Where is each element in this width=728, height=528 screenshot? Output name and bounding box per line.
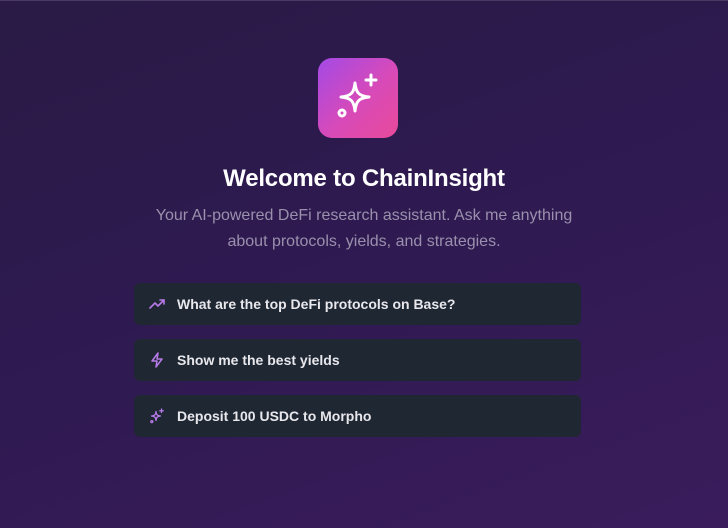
trending-up-icon [149, 296, 165, 312]
app-logo [318, 58, 398, 138]
suggestion-button-best-yields[interactable]: Show me the best yields [134, 339, 581, 381]
page-title: Welcome to ChainInsight [223, 165, 505, 192]
page-subtitle: Your AI-powered DeFi research assistant.… [155, 207, 573, 250]
suggestion-button-top-protocols[interactable]: What are the top DeFi protocols on Base? [134, 283, 581, 325]
window-top-border [0, 0, 728, 1]
sparkles-icon [333, 71, 383, 126]
suggestion-button-deposit-morpho[interactable]: Deposit 100 USDC to Morpho [134, 395, 581, 437]
sparkles-icon [149, 408, 165, 424]
lightning-icon [149, 352, 165, 368]
suggestion-label: What are the top DeFi protocols on Base? [177, 296, 456, 312]
suggestion-label: Show me the best yields [177, 352, 340, 368]
suggestion-label: Deposit 100 USDC to Morpho [177, 408, 372, 424]
